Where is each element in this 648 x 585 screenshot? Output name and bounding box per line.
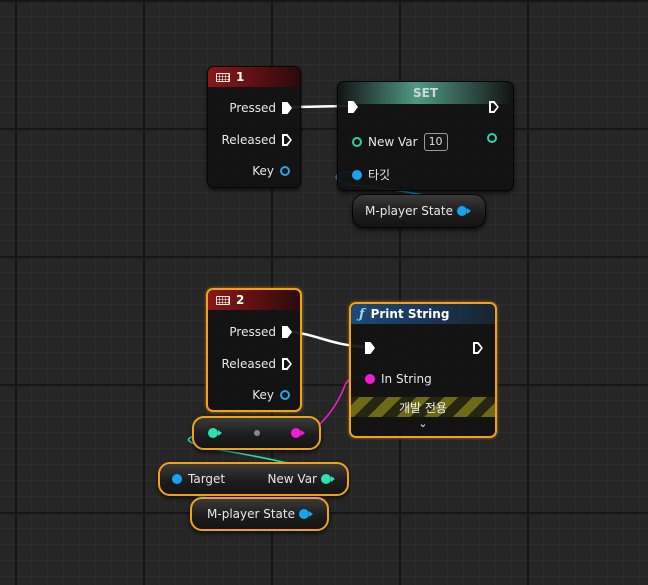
print-string-node[interactable]: ƒ Print String In String 개발 전용 ⌄ bbox=[349, 302, 497, 438]
print-string-title: Print String bbox=[370, 307, 450, 321]
object-out-pin-icon[interactable] bbox=[299, 509, 309, 519]
key-label: Key bbox=[252, 164, 274, 178]
key-pin-row[interactable]: Key bbox=[252, 388, 290, 402]
pin-arrow-icon bbox=[331, 476, 335, 482]
object-out-pin-icon[interactable] bbox=[457, 206, 467, 216]
exec-out-pin-icon[interactable] bbox=[282, 134, 292, 146]
exec-in-pin-icon[interactable] bbox=[348, 101, 358, 113]
pressed-label: Pressed bbox=[229, 325, 276, 339]
pin-arrow-icon bbox=[309, 511, 313, 517]
exec-out-pin-icon[interactable] bbox=[282, 102, 292, 114]
set-node-title: SET bbox=[412, 86, 439, 100]
string-out-pin-icon[interactable] bbox=[291, 428, 301, 438]
get-player-state-node-2[interactable]: M-player State bbox=[190, 497, 329, 531]
pressed-label: Pressed bbox=[229, 101, 276, 115]
player-state-label: M-player State bbox=[207, 507, 295, 521]
key-event-node-1[interactable]: 1 Pressed Released Key bbox=[207, 66, 301, 188]
function-icon: ƒ bbox=[359, 306, 365, 322]
struct-pin-icon[interactable] bbox=[280, 166, 290, 176]
keyboard-icon bbox=[216, 295, 230, 305]
released-label: Released bbox=[221, 357, 276, 371]
released-label: Released bbox=[221, 133, 276, 147]
exec-out-pin-icon[interactable] bbox=[282, 326, 292, 338]
released-pin-row[interactable]: Released bbox=[221, 133, 292, 147]
in-string-pin-row[interactable]: In String bbox=[365, 372, 432, 386]
struct-pin-icon[interactable] bbox=[280, 390, 290, 400]
print-exec-out-row[interactable] bbox=[473, 342, 483, 354]
new-var-out-row[interactable] bbox=[487, 133, 497, 143]
object-in-pin-icon[interactable] bbox=[352, 169, 362, 180]
pin-arrow-icon bbox=[467, 208, 471, 214]
int-out-pin-icon[interactable] bbox=[487, 133, 497, 143]
set-node-header[interactable]: SET bbox=[338, 82, 513, 104]
int-in-pin-icon[interactable] bbox=[208, 428, 218, 438]
wire-layer bbox=[158, 104, 480, 516]
set-variable-node[interactable]: SET New Var 10 타깃 bbox=[337, 81, 514, 191]
key-event-title: 2 bbox=[236, 293, 245, 307]
exec-in-pin-icon[interactable] bbox=[365, 342, 375, 354]
exec-out-pin-icon[interactable] bbox=[282, 358, 292, 370]
pressed-pin-row[interactable]: Pressed bbox=[229, 325, 292, 339]
player-state-label: M-player State bbox=[365, 204, 453, 218]
set-exec-out-row[interactable] bbox=[489, 101, 499, 113]
development-only-label: 개발 전용 bbox=[399, 400, 447, 415]
key-event-header[interactable]: 2 bbox=[208, 290, 300, 310]
key-pin-row[interactable]: Key bbox=[252, 164, 290, 178]
get-new-var-node[interactable]: Target New Var bbox=[158, 462, 349, 496]
conversion-node[interactable] bbox=[192, 416, 321, 450]
key-event-header[interactable]: 1 bbox=[208, 67, 300, 87]
new-var-label: New Var bbox=[368, 135, 418, 149]
new-var-label: New Var bbox=[267, 472, 317, 486]
new-var-pin-row[interactable]: New Var 10 bbox=[352, 133, 448, 151]
development-only-banner: 개발 전용 bbox=[351, 397, 495, 417]
conversion-dot-icon bbox=[253, 430, 260, 436]
target-pin-row[interactable]: 타깃 bbox=[352, 166, 390, 183]
expand-chevron-icon[interactable]: ⌄ bbox=[351, 417, 495, 430]
int-out-pin-icon[interactable] bbox=[321, 474, 331, 484]
target-label: 타깃 bbox=[368, 168, 391, 182]
print-exec-in-row[interactable] bbox=[365, 342, 375, 354]
pin-arrow-icon bbox=[301, 430, 305, 436]
pressed-pin-row[interactable]: Pressed bbox=[229, 101, 292, 115]
print-string-header[interactable]: ƒ Print String bbox=[351, 304, 495, 324]
key-event-node-2[interactable]: 2 Pressed Released Key bbox=[206, 288, 302, 412]
exec-out-pin-icon[interactable] bbox=[489, 101, 499, 113]
key-label: Key bbox=[252, 388, 274, 402]
get-player-state-node-1[interactable]: M-player State bbox=[352, 194, 486, 228]
set-exec-in-row[interactable] bbox=[348, 101, 358, 113]
target-label: Target bbox=[188, 472, 226, 486]
released-pin-row[interactable]: Released bbox=[221, 357, 292, 371]
keyboard-icon bbox=[216, 72, 230, 82]
int-in-pin-icon[interactable] bbox=[352, 137, 362, 147]
exec-out-pin-icon[interactable] bbox=[473, 342, 483, 354]
new-var-value-input[interactable]: 10 bbox=[423, 133, 448, 151]
pin-arrow-icon bbox=[218, 430, 222, 436]
key-event-title: 1 bbox=[236, 70, 245, 84]
in-string-label: In String bbox=[381, 372, 432, 386]
object-in-pin-icon[interactable] bbox=[172, 474, 182, 484]
string-in-pin-icon[interactable] bbox=[365, 374, 375, 384]
